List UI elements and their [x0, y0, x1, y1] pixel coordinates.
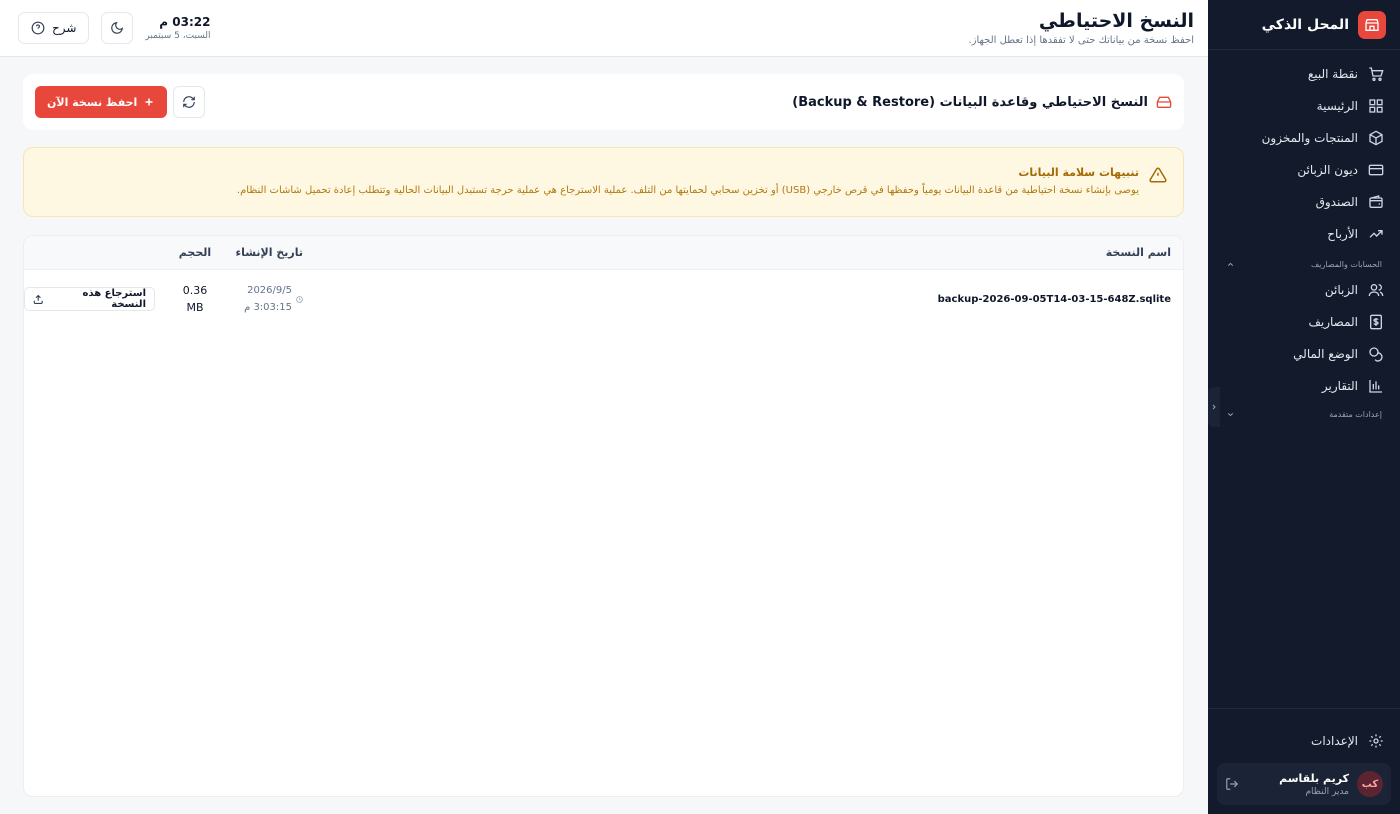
sidebar-item-label: الإعدادات [1311, 734, 1358, 748]
data-safety-alert: تنبيهات سلامة البيانات يوصى بإنشاء نسخة … [23, 147, 1184, 217]
refresh-icon [183, 96, 196, 108]
backups-table: اسم النسخة تاريخ الإنشاء الحجم backup-20… [23, 235, 1184, 797]
column-header-size: الحجم [178, 246, 212, 259]
backup-time: 3:03:15 م [244, 302, 292, 313]
page-title: النسخ الاحتياطي [1038, 10, 1194, 32]
help-button[interactable]: شرح [18, 12, 90, 44]
clock: 03:22 م السبت، 5 سبتمبر [145, 15, 210, 41]
sidebar-collapse-toggle[interactable] [1208, 387, 1220, 427]
backup-size-unit: MB [186, 301, 204, 314]
sidebar-item-label: الأرباح [1327, 227, 1358, 241]
sidebar-item-customers[interactable]: الزبائن [1208, 274, 1400, 306]
backup-date: 2026/9/5 [247, 285, 292, 296]
refresh-button[interactable] [173, 86, 206, 118]
grid-icon [1369, 99, 1383, 113]
sidebar-item-label: المنتجات والمخزون [1261, 131, 1358, 145]
top-header: النسخ الاحتياطي احفظ نسخة من بياناتك حتى… [0, 0, 1208, 57]
header-tools: شرح 03:22 م السبت، 5 سبتمبر [18, 12, 210, 44]
clock-time: 03:22 م [159, 15, 211, 29]
hard-drive-icon [1156, 96, 1172, 108]
column-header-name: اسم النسخة [1105, 246, 1171, 259]
backup-file-name: backup-2026-09-05T14-03-15-648Z.sqlite [937, 293, 1171, 305]
table-row: backup-2026-09-05T14-03-15-648Z.sqlite 2… [24, 270, 1183, 328]
sidebar-item-settings[interactable]: الإعدادات [1217, 725, 1391, 757]
sidebar-item-label: التقارير [1321, 379, 1358, 393]
restore-button[interactable]: استرجاع هذه النسخة [24, 287, 155, 311]
moon-icon [111, 22, 124, 34]
plus-icon [145, 98, 153, 106]
sidebar-item-pos[interactable]: نقطة البيع [1208, 58, 1400, 90]
save-backup-label: احفظ نسخة الآن [47, 95, 138, 109]
sidebar-item-label: الوضع المالي [1293, 347, 1358, 361]
warning-icon [1149, 167, 1167, 183]
sidebar-item-expenses[interactable]: المصاريف [1208, 306, 1400, 338]
backup-title: النسخ الاحتياطي وقاعدة البيانات (Backup … [792, 94, 1148, 110]
main-content: النسخ الاحتياطي وقاعدة البيانات (Backup … [23, 74, 1184, 797]
backup-header-card: النسخ الاحتياطي وقاعدة البيانات (Backup … [23, 74, 1184, 130]
dollar-icon [1370, 314, 1382, 330]
backup-size-value: 0.36 [182, 284, 208, 297]
sidebar-item-finance[interactable]: الوضع المالي [1208, 338, 1400, 370]
bar-chart-icon [1369, 380, 1382, 393]
sidebar-footer: الإعدادات كب كريم بلقاسم مدير النظام [1208, 708, 1400, 814]
trending-up-icon [1369, 230, 1383, 238]
chevron-up-icon [1227, 262, 1234, 266]
help-label: شرح [52, 21, 77, 35]
brand: المحل الذكي [1208, 0, 1400, 50]
users-icon [1368, 284, 1384, 297]
upload-icon [33, 294, 43, 304]
save-backup-button[interactable]: احفظ نسخة الآن [35, 86, 168, 118]
clock-date: السبت، 5 سبتمبر [145, 31, 211, 41]
credit-card-icon [1368, 164, 1384, 176]
user-role: مدير النظام [1305, 786, 1349, 797]
wallet-icon [1369, 195, 1383, 208]
section-accounts-label: الحسابات والمصاريف [1310, 259, 1382, 269]
sidebar-item-cashbox[interactable]: الصندوق [1208, 186, 1400, 218]
sidebar-item-products[interactable]: المنتجات والمخزون [1208, 122, 1400, 154]
gear-icon [1369, 734, 1383, 748]
clock-icon [296, 295, 303, 303]
avatar: كب [1357, 771, 1383, 797]
section-accounts[interactable]: الحسابات والمصاريف [1208, 254, 1400, 274]
section-advanced[interactable]: إعدادات متقدمة [1208, 404, 1400, 424]
sidebar-item-label: الرئيسية [1316, 99, 1358, 113]
table-header: اسم النسخة تاريخ الإنشاء الحجم [24, 236, 1183, 270]
coins-icon [1369, 347, 1383, 362]
sidebar: المحل الذكي نقطة البيع الرئيسية المنتجات… [1208, 0, 1400, 814]
sidebar-item-reports[interactable]: التقارير [1208, 370, 1400, 402]
main-nav: نقطة البيع الرئيسية المنتجات والمخزون دي… [1208, 50, 1400, 424]
alert-title: تنبيهات سلامة البيانات [1018, 166, 1139, 179]
chevron-down-icon [1227, 412, 1234, 416]
question-icon [31, 21, 45, 35]
sidebar-item-profits[interactable]: الأرباح [1208, 218, 1400, 250]
column-header-date: تاريخ الإنشاء [235, 246, 303, 259]
theme-toggle-button[interactable] [101, 12, 134, 44]
sidebar-item-label: الصندوق [1315, 195, 1358, 209]
restore-label: استرجاع هذه النسخة [82, 288, 146, 310]
section-advanced-label: إعدادات متقدمة [1329, 409, 1382, 419]
sidebar-item-debts[interactable]: ديون الزبائن [1208, 154, 1400, 186]
brand-name: المحل الذكي [1261, 16, 1349, 33]
user-card[interactable]: كب كريم بلقاسم مدير النظام [1217, 763, 1391, 805]
sidebar-item-label: المصاريف [1308, 315, 1358, 329]
sidebar-item-label: نقطة البيع [1307, 67, 1358, 81]
sidebar-item-home[interactable]: الرئيسية [1208, 90, 1400, 122]
sidebar-item-label: الزبائن [1324, 283, 1358, 297]
cart-icon [1369, 67, 1384, 81]
chevron-right-icon [1212, 404, 1216, 410]
user-name: كريم بلقاسم [1279, 771, 1349, 785]
alert-text: يوصى بإنشاء نسخة احتياطية من قاعدة البيا… [236, 185, 1139, 196]
sidebar-item-label: ديون الزبائن [1297, 163, 1358, 177]
logout-icon[interactable] [1225, 777, 1239, 791]
store-icon [1358, 10, 1386, 39]
box-icon [1369, 130, 1383, 146]
page-subtitle: احفظ نسخة من بياناتك حتى لا تفقدها إذا ت… [968, 35, 1194, 46]
